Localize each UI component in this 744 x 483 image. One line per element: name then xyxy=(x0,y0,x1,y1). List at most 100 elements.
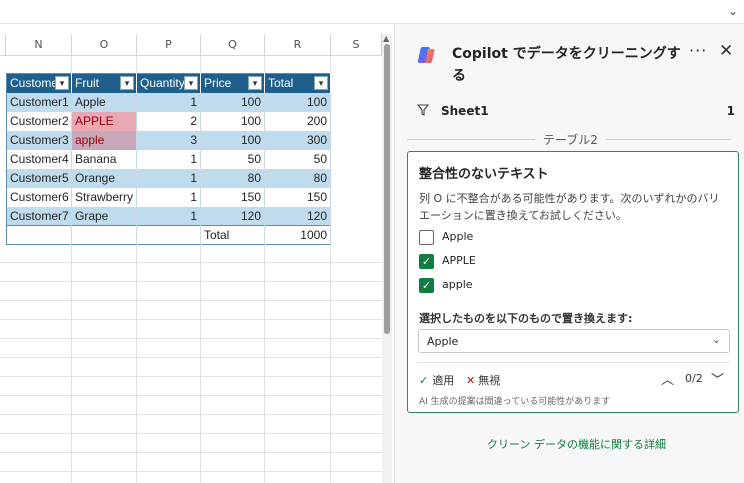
option-apple-upper[interactable]: ✓ APPLE xyxy=(419,253,619,271)
replace-dropdown[interactable]: Apple ⌄ xyxy=(418,329,730,353)
table-cell[interactable]: 50 xyxy=(200,149,265,169)
gridline xyxy=(0,376,382,377)
table-cell[interactable]: 150 xyxy=(264,187,331,207)
table-header-cell[interactable]: Fruit ▾ xyxy=(71,73,137,93)
learn-more-link[interactable]: クリーン データの機能に関する詳細 xyxy=(487,436,666,452)
table-cell[interactable]: 120 xyxy=(264,206,331,226)
table-cell[interactable]: Customer6 xyxy=(6,187,72,207)
table-cell[interactable]: 1 xyxy=(136,168,201,188)
card-title: 整合性のないテキスト xyxy=(419,167,549,182)
checkbox-checked-icon[interactable]: ✓ xyxy=(419,278,434,293)
table-cell[interactable]: 100 xyxy=(200,92,265,112)
table-cell[interactable]: 100 xyxy=(200,130,265,150)
option-apple[interactable]: Apple xyxy=(419,229,619,247)
table-cell[interactable]: 100 xyxy=(264,92,331,112)
suggestion-counter: 0/2 xyxy=(685,372,703,385)
table-row: Customer1 Apple 1 100 100 xyxy=(6,92,331,112)
chevron-down-icon[interactable]: ﹀ xyxy=(711,369,724,388)
column-header-o[interactable]: O xyxy=(72,34,137,56)
more-options-icon[interactable]: ··· xyxy=(689,41,707,60)
table-cell[interactable]: 100 xyxy=(200,111,265,131)
table-cell[interactable]: 150 xyxy=(200,187,265,207)
gridline xyxy=(0,300,382,301)
chevron-down-icon: ⌄ xyxy=(711,333,721,346)
table-cell-flagged[interactable]: APPLE xyxy=(71,111,137,131)
data-table[interactable]: Custome ▾ Fruit ▾ Quantity ▾ Price ▾ Total ▾ … xyxy=(6,73,331,245)
apply-button[interactable]: ✓ 適用 xyxy=(419,372,454,388)
table-cell[interactable]: 50 xyxy=(264,149,331,169)
table-cell[interactable]: 120 xyxy=(200,206,265,226)
table-row: Customer3 apple 3 100 300 xyxy=(6,130,331,150)
filter-dropdown-icon[interactable]: ▾ xyxy=(55,76,69,90)
table-cell[interactable]: 1 xyxy=(136,92,201,112)
column-header-p[interactable]: P xyxy=(137,34,201,56)
table-cell[interactable]: Customer3 xyxy=(6,130,72,150)
table-cell[interactable] xyxy=(136,225,201,245)
gridline xyxy=(0,452,382,453)
copilot-pane: Copilot でデータをクリーニングする ··· ✕ Sheet1 1 テーブ… xyxy=(394,24,744,483)
total-value[interactable]: 1000 xyxy=(264,225,331,245)
table-cell[interactable]: 1 xyxy=(136,187,201,207)
scrollbar-thumb[interactable] xyxy=(384,44,390,334)
table-cell[interactable] xyxy=(71,225,137,245)
chevron-down-icon[interactable]: ⌄ xyxy=(728,4,738,18)
table-cell[interactable]: 2 xyxy=(136,111,201,131)
table-row: Customer5 Orange 1 80 80 xyxy=(6,168,331,188)
table-row: Customer6 Strawberry 1 150 150 xyxy=(6,187,331,207)
table-header-cell[interactable]: Quantity ▾ xyxy=(136,73,201,93)
table-name-label: テーブル2 xyxy=(535,131,606,148)
spreadsheet-grid[interactable]: N O P Q R S Custome ▾ Fruit ▾ Quantity ▾ Pr… xyxy=(0,34,382,483)
table-cell[interactable] xyxy=(6,225,72,245)
x-icon: ✕ xyxy=(466,374,476,387)
option-label: APPLE xyxy=(442,254,476,267)
gridline xyxy=(0,319,382,320)
checkbox-checked-icon[interactable]: ✓ xyxy=(419,254,434,269)
apply-label: 適用 xyxy=(432,374,455,387)
table-cell[interactable]: 80 xyxy=(264,168,331,188)
total-label[interactable]: Total xyxy=(200,225,265,245)
table-header-cell[interactable]: Total ▾ xyxy=(264,73,331,93)
table-cell[interactable]: 1 xyxy=(136,206,201,226)
filter-dropdown-icon[interactable]: ▾ xyxy=(248,76,262,90)
table-cell[interactable]: Customer2 xyxy=(6,111,72,131)
chevron-up-icon[interactable]: ︿ xyxy=(661,369,674,388)
table-cell[interactable]: 80 xyxy=(200,168,265,188)
table-cell[interactable]: 3 xyxy=(136,130,201,150)
table-cell[interactable]: Orange xyxy=(71,168,137,188)
table-cell[interactable]: Customer1 xyxy=(6,92,72,112)
column-header-r[interactable]: R xyxy=(265,34,331,56)
column-header-s[interactable]: S xyxy=(331,34,382,56)
sheet-filter-row[interactable]: Sheet1 1 xyxy=(417,102,739,122)
table-header-cell[interactable]: Price ▾ xyxy=(200,73,265,93)
total-row: Total 1000 xyxy=(6,225,331,245)
table-cell[interactable]: Apple xyxy=(71,92,137,112)
table-cell[interactable]: Customer7 xyxy=(6,206,72,226)
table-header-cell[interactable]: Custome ▾ xyxy=(6,73,72,93)
table-cell[interactable]: Grape xyxy=(71,206,137,226)
table-cell[interactable]: Banana xyxy=(71,149,137,169)
filter-dropdown-icon[interactable]: ▾ xyxy=(184,76,198,90)
table-row: Customer7 Grape 1 120 120 xyxy=(6,206,331,226)
filter-dropdown-icon[interactable]: ▾ xyxy=(120,76,134,90)
table-cell[interactable]: Customer4 xyxy=(6,149,72,169)
scroll-up-icon[interactable]: ▲ xyxy=(383,34,389,43)
table-cell-flagged[interactable]: apple xyxy=(71,130,137,150)
table-cell[interactable]: 300 xyxy=(264,130,331,150)
column-header-n[interactable]: N xyxy=(6,34,72,56)
filter-dropdown-icon[interactable]: ▾ xyxy=(314,76,328,90)
sheet-count: 1 xyxy=(726,104,735,118)
close-icon[interactable]: ✕ xyxy=(719,41,733,61)
ignore-button[interactable]: ✕ 無視 xyxy=(466,372,500,388)
gridline xyxy=(0,357,382,358)
option-apple-lower[interactable]: ✓ apple xyxy=(419,277,619,295)
gridline xyxy=(0,471,382,472)
table-cell[interactable]: Customer5 xyxy=(6,168,72,188)
checkbox-unchecked[interactable] xyxy=(419,230,434,245)
card-description: 列 O に不整合がある可能性があります。次のいずれかのバリエーションに置き換えて… xyxy=(419,192,720,222)
table-cell[interactable]: 1 xyxy=(136,149,201,169)
vertical-scrollbar[interactable]: ▲ xyxy=(382,34,392,483)
gridline xyxy=(0,414,382,415)
table-cell[interactable]: Strawberry xyxy=(71,187,137,207)
column-header-q[interactable]: Q xyxy=(201,34,265,56)
table-cell[interactable]: 200 xyxy=(264,111,331,131)
